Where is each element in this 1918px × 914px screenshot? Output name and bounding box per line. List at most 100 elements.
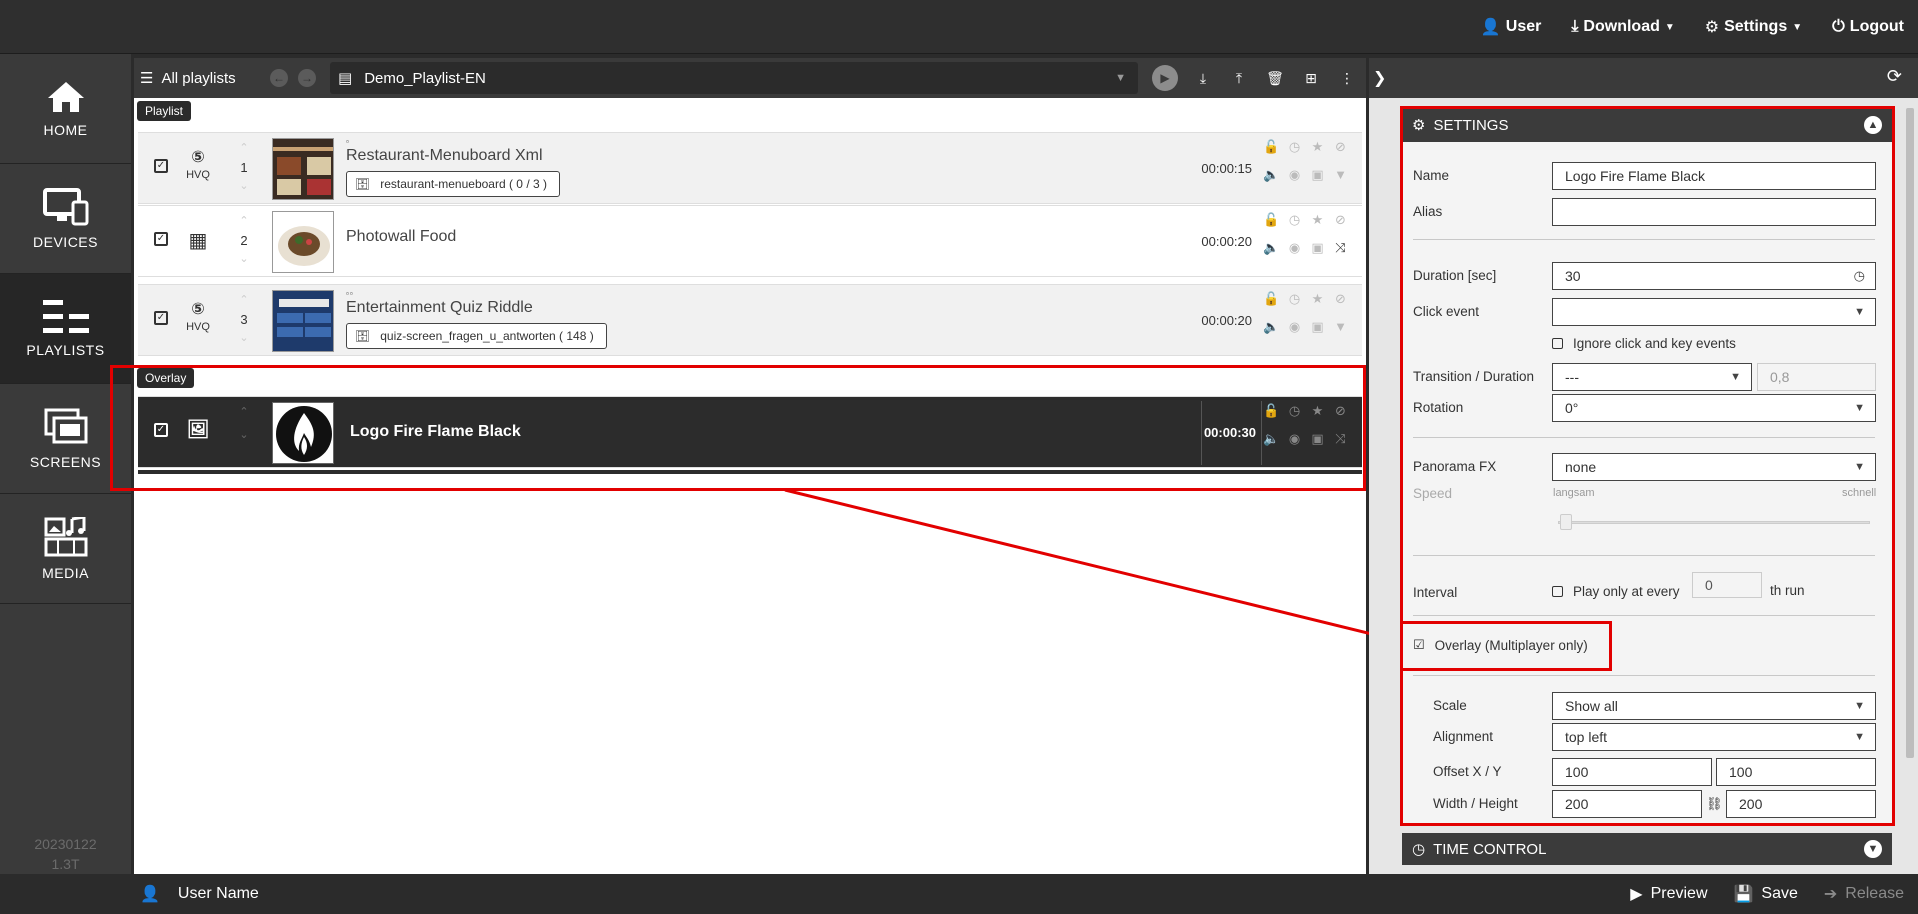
transition-select[interactable]: --- ▼ [1552, 363, 1752, 391]
offset-y-input[interactable]: 100 [1716, 758, 1876, 786]
chevron-down-icon[interactable]: ▼ [1864, 840, 1882, 858]
lock-icon[interactable]: 🔓 [1260, 212, 1283, 228]
more-vertical-icon[interactable]: ⋮ [1336, 67, 1358, 89]
move-up-icon[interactable]: ⌃ [234, 139, 254, 158]
lock-icon[interactable]: 🔓 [1260, 139, 1283, 155]
playlist-select[interactable]: ▤ Demo_Playlist-EN ▼ [330, 62, 1138, 94]
row-checkbox[interactable]: ✓ [154, 423, 168, 437]
chevron-up-icon[interactable]: ▲ [1864, 116, 1882, 134]
counter-icon[interactable]: ◉ [1283, 319, 1306, 335]
download-menu[interactable]: ⤓ Download ▼ [1571, 18, 1674, 36]
sidebar-item-home[interactable]: HOME [0, 54, 131, 164]
speed-slider-track[interactable] [1558, 521, 1870, 524]
move-down-icon[interactable]: ⌄ [234, 177, 254, 196]
overlay-row[interactable]: ✓ 🖼 ⌃ ⌄ Logo Fire Flame Black 00:00:30 🔓… [138, 396, 1362, 468]
star-icon[interactable]: ★ [1306, 139, 1329, 155]
block-icon[interactable]: ⊘ [1329, 212, 1352, 228]
counter-icon[interactable]: ◉ [1283, 431, 1306, 447]
zero-badge-icon[interactable]: ▣ [1306, 431, 1329, 447]
counter-icon[interactable]: ◉ [1283, 240, 1306, 256]
counter-icon[interactable]: ◉ [1283, 167, 1306, 183]
overlay-checkbox[interactable]: ☑ [1413, 637, 1425, 653]
move-down-icon[interactable]: ⌄ [234, 250, 254, 269]
sidebar-item-playlists[interactable]: PLAYLISTS [0, 274, 131, 384]
play-button[interactable]: ▶ [1152, 65, 1178, 91]
block-icon[interactable]: ⊘ [1329, 139, 1352, 155]
click-event-select[interactable]: ▼ [1552, 298, 1876, 326]
refresh-icon[interactable]: ⟳ [1887, 66, 1902, 87]
preview-button[interactable]: ▶ Preview [1630, 884, 1707, 904]
panel-scrollbar[interactable] [1906, 108, 1914, 758]
rotation-select[interactable]: 0° ▼ [1552, 394, 1876, 422]
alignment-select[interactable]: top left ▼ [1552, 723, 1876, 751]
block-icon[interactable]: ⊘ [1329, 403, 1352, 419]
trash-icon[interactable]: 🗑 [1264, 67, 1286, 89]
move-up-icon[interactable]: ⌃ [234, 212, 254, 231]
volume-icon[interactable]: 🔈 [1260, 319, 1283, 335]
clock-icon[interactable]: ◷ [1283, 291, 1306, 307]
name-input[interactable]: Logo Fire Flame Black [1552, 162, 1876, 190]
play-only-option[interactable]: Play only at every [1552, 578, 1680, 604]
sidebar-item-media[interactable]: MEDIA [0, 494, 131, 604]
height-input[interactable]: 200 [1726, 790, 1876, 818]
lock-icon[interactable]: 🔓 [1260, 403, 1283, 419]
duration-input[interactable]: 30 ◷ [1552, 262, 1876, 290]
clock-icon[interactable]: ◷ [1283, 139, 1306, 155]
star-icon[interactable]: ★ [1306, 291, 1329, 307]
data-source-tag[interactable]: 🗄 restaurant-menueboard ( 0 / 3 ) [346, 171, 560, 197]
width-input[interactable]: 200 [1552, 790, 1702, 818]
star-icon[interactable]: ★ [1306, 212, 1329, 228]
collapse-panel-icon[interactable]: ❯ [1373, 68, 1386, 88]
zero-badge-icon[interactable]: ▣ [1306, 240, 1329, 256]
release-button[interactable]: ➔ Release [1824, 884, 1904, 904]
volume-icon[interactable]: 🔈 [1260, 240, 1283, 256]
clock-icon[interactable]: ◷ [1854, 268, 1865, 284]
move-down-icon[interactable]: ⌄ [234, 426, 254, 445]
volume-icon[interactable]: 🔈 [1260, 167, 1283, 183]
scale-select[interactable]: Show all ▼ [1552, 692, 1876, 720]
ignore-click-checkbox[interactable] [1552, 338, 1563, 349]
shuffle-icon[interactable]: ⤨ [1329, 240, 1352, 256]
lock-icon[interactable]: 🔓 [1260, 291, 1283, 307]
sidebar-item-devices[interactable]: DEVICES [0, 164, 131, 274]
speed-slider-handle[interactable] [1560, 514, 1572, 530]
playlist-row[interactable]: ✓ ▦ ⌃ 2 ⌄ Photowall Food 00:00:20 🔓 ◷ ★ ⊘ 🔈… [138, 205, 1362, 277]
star-icon[interactable]: ★ [1306, 403, 1329, 419]
zero-badge-icon[interactable]: ▣ [1306, 319, 1329, 335]
forward-arrow-icon[interactable]: → [298, 69, 316, 87]
clock-icon[interactable]: ◷ [1283, 212, 1306, 228]
download-icon[interactable]: ⤓ [1192, 67, 1214, 89]
ignore-click-option[interactable]: Ignore click and key events [1552, 336, 1736, 351]
save-button[interactable]: 💾 Save [1734, 884, 1798, 904]
block-icon[interactable]: ⊘ [1329, 291, 1352, 307]
add-icon[interactable]: ⊞ [1300, 67, 1322, 89]
transition-duration-input[interactable]: 0,8 [1757, 363, 1876, 391]
upload-icon[interactable]: ⤒ [1228, 67, 1250, 89]
all-playlists-button[interactable]: ☰ All playlists [140, 58, 236, 98]
move-up-icon[interactable]: ⌃ [234, 291, 254, 310]
move-up-icon[interactable]: ⌃ [234, 403, 254, 422]
row-checkbox[interactable]: ✓ [154, 159, 168, 173]
interval-input[interactable]: 0 [1692, 572, 1762, 598]
playlist-row[interactable]: ✓ ⑤ HVQ ⌃ 1 ⌄ ▫ Restaurant-Menuboard Xml … [138, 132, 1362, 204]
filter-icon[interactable]: ▼ [1329, 167, 1352, 183]
row-checkbox[interactable]: ✓ [154, 311, 168, 325]
sidebar-item-screens[interactable]: SCREENS [0, 384, 131, 494]
time-control-header[interactable]: ◷ TIME CONTROL ▼ [1402, 833, 1892, 865]
play-only-checkbox[interactable] [1552, 585, 1563, 597]
clock-icon[interactable]: ◷ [1283, 403, 1306, 419]
alias-input[interactable] [1552, 198, 1876, 226]
back-arrow-icon[interactable]: ← [270, 69, 288, 87]
overlay-option[interactable]: ☑ Overlay (Multiplayer only) [1413, 637, 1588, 653]
move-down-icon[interactable]: ⌄ [234, 329, 254, 348]
user-menu[interactable]: 👤 User [1481, 17, 1542, 37]
data-source-tag[interactable]: 🗄 quiz-screen_fragen_u_antworten ( 148 ) [346, 323, 607, 349]
shuffle-icon[interactable]: ⤨ [1329, 431, 1352, 447]
link-ratio-icon[interactable]: ⛓ [1706, 796, 1723, 812]
zero-badge-icon[interactable]: ▣ [1306, 167, 1329, 183]
filter-icon[interactable]: ▼ [1329, 319, 1352, 335]
panorama-select[interactable]: none ▼ [1552, 453, 1876, 481]
row-checkbox[interactable]: ✓ [154, 232, 168, 246]
offset-x-input[interactable]: 100 [1552, 758, 1712, 786]
volume-icon[interactable]: 🔈 [1260, 431, 1283, 447]
